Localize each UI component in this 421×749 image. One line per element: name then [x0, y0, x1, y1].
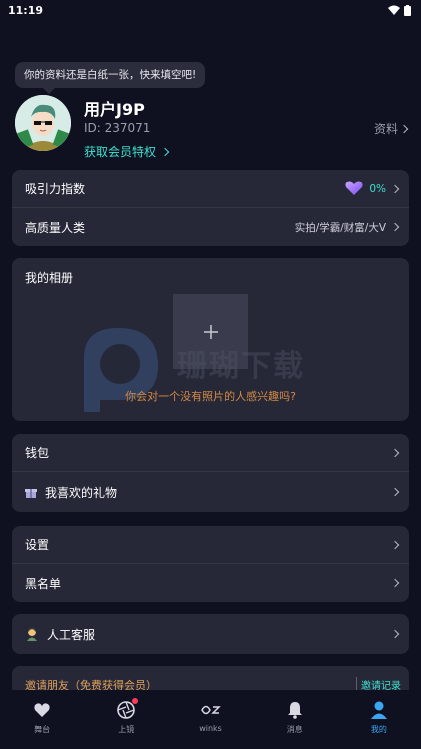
tab-winks-label: winks — [199, 724, 222, 733]
heart-gem-icon — [345, 181, 363, 195]
tab-me[interactable]: 我的 — [337, 690, 421, 749]
chevron-right-icon — [390, 184, 400, 193]
wallet-row[interactable]: 钱包 — [12, 434, 409, 472]
status-icons — [388, 4, 411, 16]
chevron-right-icon — [390, 448, 400, 457]
camera-aperture-icon — [116, 698, 139, 720]
favorite-gifts-row[interactable]: 我喜欢的礼物 — [12, 472, 409, 512]
attraction-index-row[interactable]: 吸引力指数 0% — [12, 170, 409, 208]
user-id: ID: 237071 — [84, 121, 151, 135]
watermark-text: 珊瑚下载 — [177, 349, 305, 384]
bell-icon — [285, 700, 305, 720]
wallet-label: 钱包 — [25, 446, 50, 460]
quality-human-value: 实拍/学霸/财富/大V — [294, 221, 386, 234]
album-hint: 你会对一个没有照片的人感兴趣吗? — [125, 390, 296, 403]
bottom-tab-bar: 舞台 上镜 winks 消息 我的 — [0, 690, 421, 749]
battery-icon — [404, 4, 411, 16]
wallet-card: 钱包 我喜欢的礼物 — [12, 434, 409, 512]
status-time: 11:19 — [8, 3, 44, 17]
attraction-index-value: 0% — [369, 182, 386, 195]
chevron-right-icon — [399, 124, 409, 133]
tab-stage[interactable]: 舞台 — [0, 690, 84, 749]
tab-stage-label: 舞台 — [34, 725, 51, 734]
winks-icon — [200, 700, 221, 720]
customer-service-row[interactable]: 人工客服 — [12, 614, 409, 654]
settings-label: 设置 — [25, 538, 50, 552]
settings-row[interactable]: 设置 — [12, 526, 409, 564]
avatar-illustration — [15, 95, 71, 151]
chevron-right-icon — [390, 222, 400, 232]
chevron-right-icon — [390, 540, 400, 549]
chevron-right-icon — [390, 487, 400, 497]
vip-privilege-link[interactable]: 获取会员特权 — [84, 143, 170, 160]
profile-edit-link[interactable]: 资料 — [373, 120, 409, 137]
quality-human-label: 高质量人类 — [25, 220, 86, 235]
attraction-card: 吸引力指数 0% 高质量人类 实拍/学霸/财富/大V — [12, 170, 409, 246]
tab-camera[interactable]: 上镜 — [84, 690, 168, 749]
blacklist-row[interactable]: 黑名单 — [12, 564, 409, 602]
album-card: 我的相册 珊瑚下载 你会对一个没有照片的人感兴趣吗? — [12, 258, 409, 421]
support-card: 人工客服 — [12, 614, 409, 654]
vip-link-label: 获取会员特权 — [84, 145, 157, 159]
favorite-gifts-label: 我喜欢的礼物 — [45, 485, 118, 500]
tab-messages-label: 消息 — [286, 725, 303, 734]
heart-icon — [32, 700, 52, 720]
profile-tip-tooltip: 你的资料还是白纸一张，快来填空吧! — [15, 62, 206, 94]
attraction-index-label: 吸引力指数 — [25, 182, 86, 196]
gift-icon — [25, 489, 37, 498]
plus-icon — [203, 324, 218, 339]
chevron-right-icon — [160, 147, 170, 156]
settings-card: 设置 黑名单 — [12, 526, 409, 602]
customer-service-label: 人工客服 — [47, 627, 96, 642]
person-icon — [369, 700, 389, 720]
customer-service-icon — [26, 627, 38, 641]
chevron-right-icon — [390, 578, 400, 588]
wifi-icon — [388, 5, 400, 15]
notification-dot — [132, 698, 139, 704]
quality-human-row[interactable]: 高质量人类 实拍/学霸/财富/大V — [12, 208, 409, 246]
tab-camera-label: 上镜 — [118, 725, 135, 734]
user-name: 用户J9P — [84, 100, 145, 119]
avatar[interactable] — [15, 95, 71, 151]
tab-me-label: 我的 — [370, 725, 387, 734]
status-bar: 11:19 — [0, 0, 421, 20]
profile-link-label: 资料 — [373, 122, 398, 136]
blacklist-label: 黑名单 — [25, 576, 62, 591]
chevron-right-icon — [390, 629, 400, 639]
album-title: 我的相册 — [25, 271, 74, 285]
tab-messages[interactable]: 消息 — [253, 690, 337, 749]
tab-winks[interactable]: winks — [168, 690, 252, 749]
